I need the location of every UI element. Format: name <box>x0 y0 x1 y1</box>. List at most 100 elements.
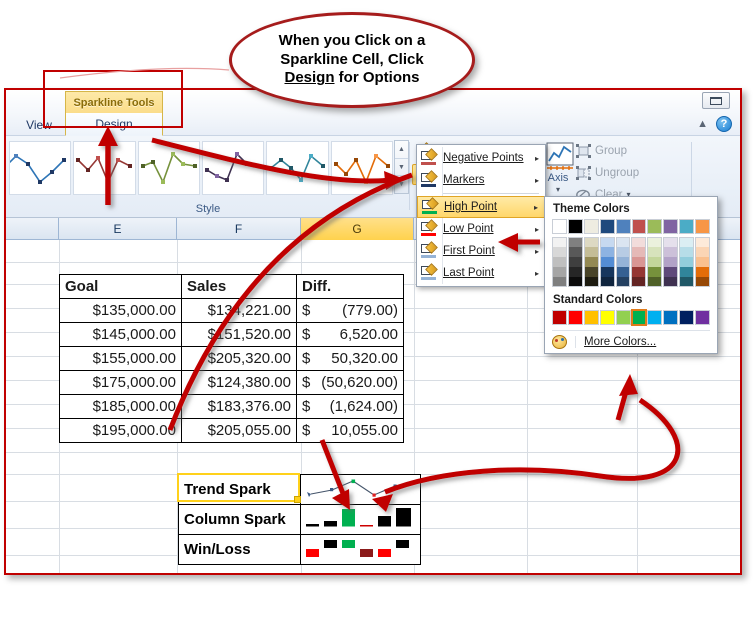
standard-swatch[interactable] <box>599 309 615 325</box>
cell-sales[interactable]: $134,221.00 <box>181 298 297 323</box>
question-mark-icon[interactable]: ? <box>716 116 732 132</box>
gallery-scroll-down-icon[interactable]: ▼ <box>395 159 408 177</box>
theme-tint-column[interactable] <box>599 236 615 287</box>
sparkline-label-trend: Trend Spark <box>178 474 301 505</box>
cell-diff[interactable]: $ (1,624.00) <box>296 394 404 419</box>
more-colors-row[interactable]: More Colors... <box>552 329 710 349</box>
column-header-e[interactable]: E <box>59 218 177 240</box>
column-header-g[interactable]: G <box>301 218 414 240</box>
theme-swatch[interactable] <box>647 219 663 234</box>
data-table[interactable]: Goal Sales Diff. $135,000.00 $134,221.00… <box>59 274 404 443</box>
menu-item-label: Last Point <box>443 267 495 279</box>
standard-swatch[interactable] <box>567 309 583 325</box>
theme-swatch[interactable] <box>631 219 647 234</box>
cell-goal[interactable]: $145,000.00 <box>59 322 182 347</box>
sparkline-table[interactable]: Trend Spark Column Spark Win/Loss <box>178 474 421 565</box>
menu-item-first-point[interactable]: First Point ▸ <box>417 240 545 262</box>
callout-design-word: Design <box>284 69 335 87</box>
column-header-blank-1[interactable] <box>6 218 59 240</box>
theme-swatch[interactable] <box>663 219 679 234</box>
style-gallery-scrollbar[interactable]: ▲ ▼ ▼ <box>394 140 409 194</box>
cell-diff-value: (779.00) <box>342 302 398 319</box>
restore-window-button[interactable] <box>702 92 730 109</box>
menu-item-low-point[interactable]: Low Point ▸ <box>417 218 545 240</box>
theme-swatch[interactable] <box>599 219 615 234</box>
standard-swatch[interactable] <box>695 309 711 325</box>
theme-swatch[interactable] <box>695 219 711 234</box>
chevron-up-icon[interactable]: ▲ <box>697 118 708 130</box>
theme-tint-column[interactable] <box>663 236 679 287</box>
standard-colors-title: Standard Colors <box>553 293 643 306</box>
theme-tint-column[interactable] <box>695 236 710 287</box>
callout-line-1: When you Click on a <box>278 31 426 49</box>
cell-sales[interactable]: $151,520.00 <box>181 322 297 347</box>
pen-icon <box>421 170 438 187</box>
cell-diff[interactable]: $ 6,520.00 <box>296 322 404 347</box>
theme-colors-tint-grid[interactable] <box>552 236 710 287</box>
menu-item-negative-points[interactable]: Negative Points ▸ <box>417 147 545 169</box>
ungroup-button[interactable]: Ungroup <box>572 162 643 183</box>
menu-item-high-point[interactable]: High Point ▸ <box>417 196 545 218</box>
cell-diff[interactable]: $ (50,620.00) <box>296 370 404 395</box>
column-header-f[interactable]: F <box>177 218 301 240</box>
style-gallery-item[interactable] <box>137 141 200 195</box>
theme-swatch[interactable] <box>583 219 599 234</box>
style-gallery-item[interactable] <box>201 141 265 195</box>
cell-goal[interactable]: $135,000.00 <box>59 298 182 323</box>
theme-tint-column[interactable] <box>631 236 647 287</box>
standard-colors-row[interactable] <box>552 308 711 326</box>
theme-tint-column[interactable] <box>679 236 695 287</box>
style-gallery-item[interactable] <box>73 141 136 195</box>
theme-swatch[interactable] <box>615 219 631 234</box>
more-colors-label[interactable]: More Colors... <box>584 336 656 348</box>
standard-swatch[interactable] <box>615 309 631 325</box>
column-header-diff: Diff. <box>296 274 404 299</box>
theme-tint-column[interactable] <box>647 236 663 287</box>
table-row: $195,000.00 $205,055.00 $ 10,055.00 <box>59 418 404 443</box>
theme-tint-column[interactable] <box>552 236 567 287</box>
cell-goal[interactable]: $155,000.00 <box>59 346 182 371</box>
marker-color-menu[interactable]: Negative Points ▸ Markers ▸ High Point ▸ <box>416 144 546 287</box>
style-gallery-item[interactable] <box>266 141 329 195</box>
cell-sales[interactable]: $124,380.00 <box>181 370 297 395</box>
cell-sales[interactable]: $205,320.00 <box>181 346 297 371</box>
chevron-down-icon[interactable]: ▾ <box>556 185 560 194</box>
group-button[interactable]: Group <box>572 140 631 161</box>
gallery-scroll-up-icon[interactable]: ▲ <box>395 141 408 159</box>
color-picker-flyout[interactable]: Theme Colors Standard Colors More Colors… <box>544 196 718 354</box>
standard-swatch-green-selected[interactable] <box>630 308 648 326</box>
sparkline-style-gallery[interactable] <box>8 139 394 197</box>
standard-swatch[interactable] <box>663 309 679 325</box>
cell-diff[interactable]: $ 50,320.00 <box>296 346 404 371</box>
theme-tint-column[interactable] <box>567 236 583 287</box>
theme-swatch[interactable] <box>552 219 567 234</box>
style-gallery-item[interactable] <box>330 141 393 195</box>
theme-tint-column[interactable] <box>583 236 599 287</box>
chevron-right-icon: ▸ <box>534 175 539 185</box>
theme-swatch[interactable] <box>679 219 695 234</box>
menu-item-last-point[interactable]: Last Point ▸ <box>417 262 545 284</box>
chevron-right-icon: ▸ <box>533 202 538 212</box>
standard-swatch[interactable] <box>552 309 567 325</box>
theme-colors-base-row[interactable] <box>552 219 711 234</box>
sparkline-cell-trend[interactable] <box>300 474 421 505</box>
theme-tint-column[interactable] <box>615 236 631 287</box>
cell-diff[interactable]: $ (779.00) <box>296 298 404 323</box>
style-gallery-item[interactable] <box>9 141 72 195</box>
sparkline-cell-column[interactable] <box>300 504 421 535</box>
cell-sales[interactable]: $183,376.00 <box>181 394 297 419</box>
cell-goal[interactable]: $185,000.00 <box>59 394 182 419</box>
cell-sales[interactable]: $205,055.00 <box>181 418 297 443</box>
cell-goal[interactable]: $175,000.00 <box>59 370 182 395</box>
restore-icon <box>710 96 722 105</box>
excel-window: Sparkline Tools View Design ▲ ? ▲ ▼ ▼ Ax… <box>4 88 742 575</box>
gallery-more-icon[interactable]: ▼ <box>395 176 408 193</box>
menu-item-markers[interactable]: Markers ▸ <box>417 169 545 191</box>
standard-swatch[interactable] <box>679 309 695 325</box>
standard-swatch[interactable] <box>647 309 663 325</box>
cell-diff[interactable]: $ 10,055.00 <box>296 418 404 443</box>
sparkline-cell-winloss[interactable] <box>300 534 421 565</box>
standard-swatch[interactable] <box>583 309 599 325</box>
theme-swatch[interactable] <box>567 219 583 234</box>
cell-goal[interactable]: $195,000.00 <box>59 418 182 443</box>
